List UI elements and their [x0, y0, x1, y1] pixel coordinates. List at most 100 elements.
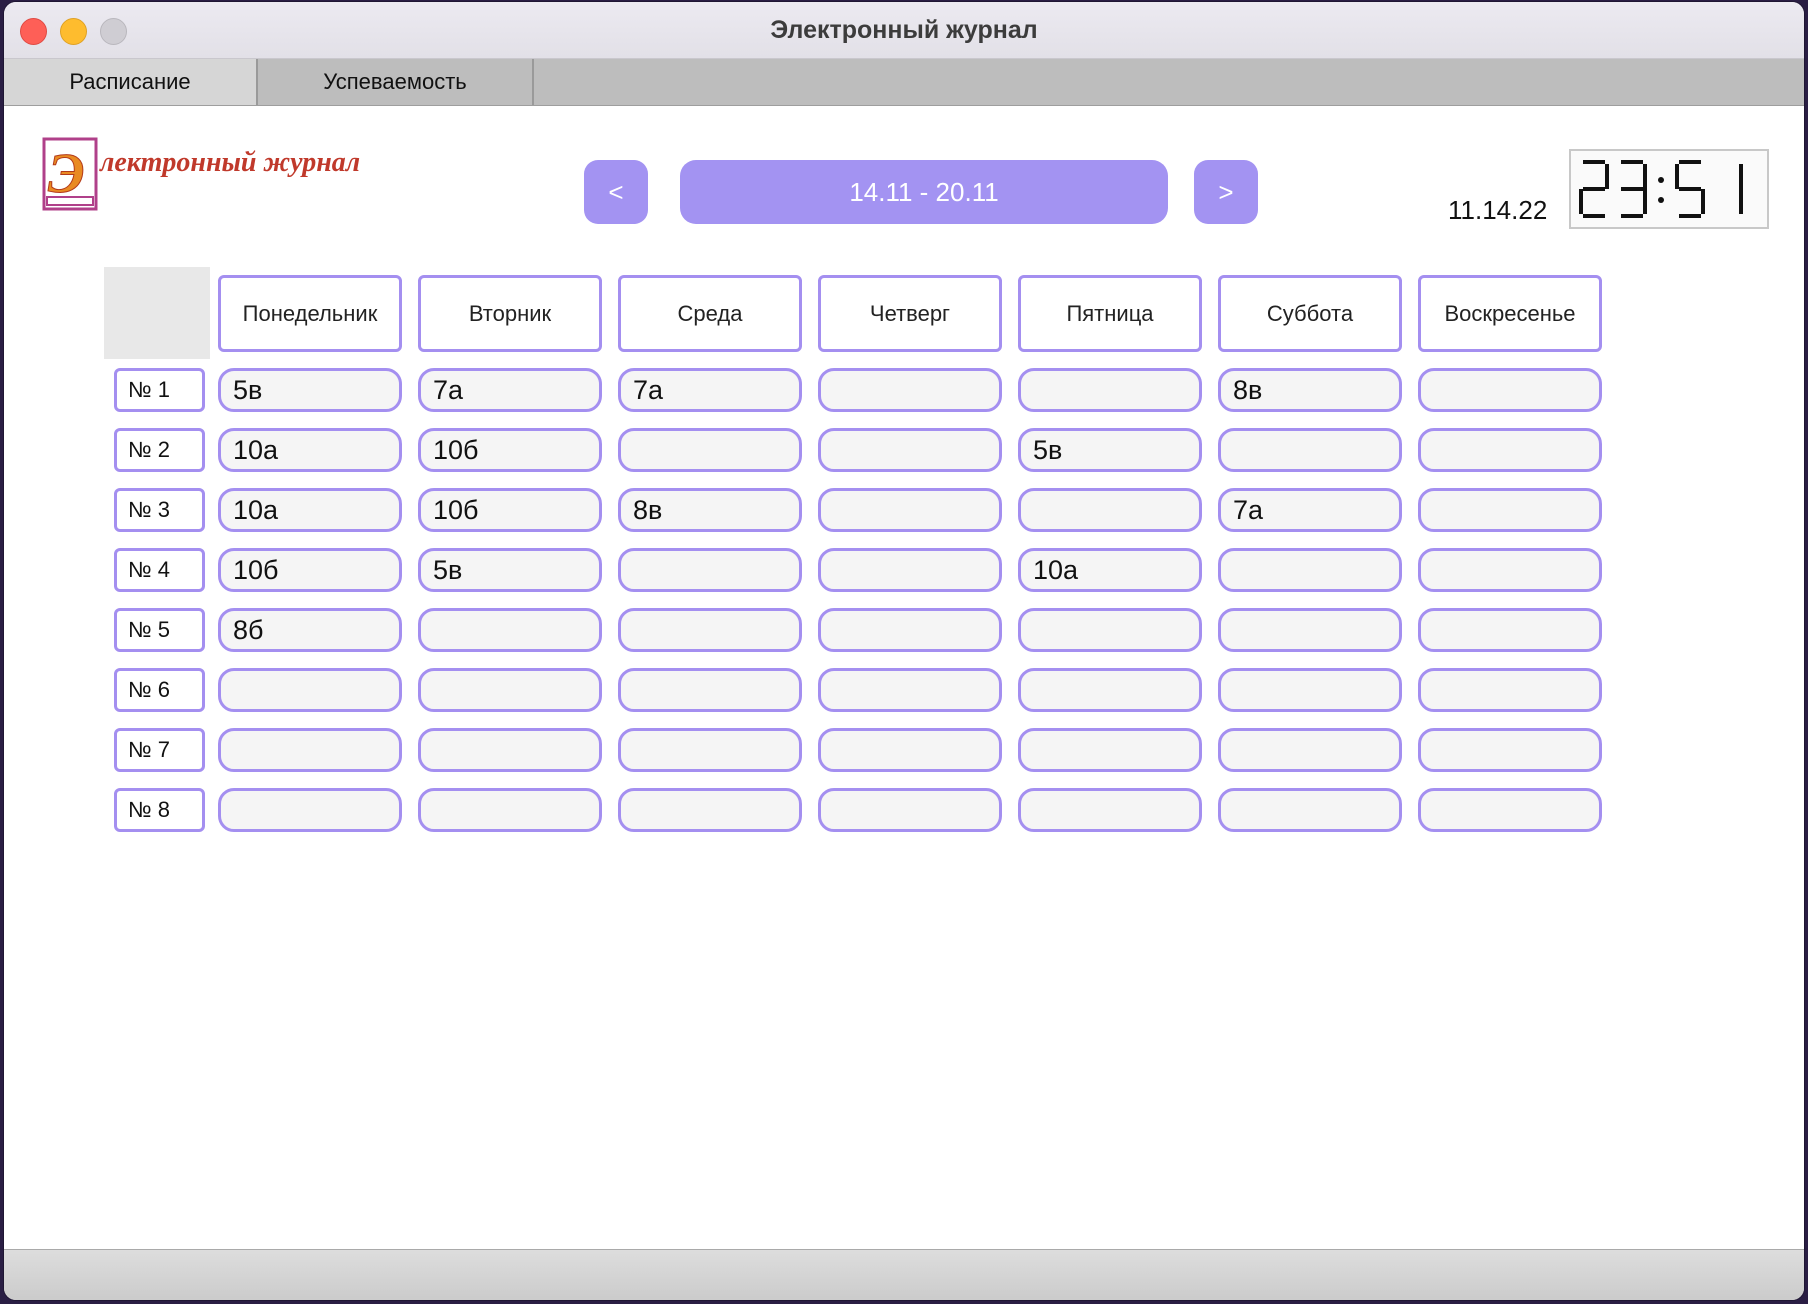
clock-segment	[1679, 187, 1701, 191]
current-date: 11.14.22	[1448, 195, 1548, 225]
clock-segment	[1739, 189, 1743, 214]
schedule-cell[interactable]	[1218, 668, 1402, 712]
schedule-cell[interactable]	[1018, 608, 1202, 652]
schedule-cell[interactable]	[818, 548, 1002, 592]
schedule-cell[interactable]: 10б	[418, 428, 602, 472]
schedule-cell[interactable]	[618, 728, 802, 772]
schedule-cell[interactable]	[618, 668, 802, 712]
schedule-cell[interactable]	[1018, 488, 1202, 532]
schedule-cell[interactable]	[1418, 368, 1602, 412]
logo-text: лектронный журнал	[100, 147, 361, 178]
window-title: Электронный журнал	[770, 16, 1038, 44]
clock-segment	[1583, 160, 1605, 164]
clock-segment	[1675, 164, 1679, 189]
schedule-cell[interactable]	[218, 728, 402, 772]
schedule-cell[interactable]	[1018, 368, 1202, 412]
clock-segment	[1621, 187, 1643, 191]
lesson-number-label: № 6	[114, 668, 205, 712]
schedule-cell[interactable]: 10б	[418, 488, 602, 532]
schedule-cell[interactable]	[818, 368, 1002, 412]
schedule-cell[interactable]	[818, 428, 1002, 472]
app-logo: Э лектронный журнал	[42, 137, 362, 215]
lesson-number-label: № 7	[114, 728, 205, 772]
schedule-cell[interactable]: 8в	[1218, 368, 1402, 412]
schedule-cell[interactable]	[818, 488, 1002, 532]
schedule-cell[interactable]	[818, 668, 1002, 712]
schedule-cell[interactable]	[818, 608, 1002, 652]
schedule-cell[interactable]	[418, 668, 602, 712]
schedule-cell[interactable]	[418, 608, 602, 652]
clock-segment	[1679, 214, 1701, 218]
schedule-cell[interactable]	[818, 728, 1002, 772]
schedule-cell[interactable]: 5в	[218, 368, 402, 412]
schedule-cell[interactable]	[618, 428, 802, 472]
schedule-cell[interactable]	[618, 548, 802, 592]
schedule-cell[interactable]	[1018, 728, 1202, 772]
schedule-cell[interactable]	[1418, 788, 1602, 832]
day-header: Пятница	[1018, 275, 1202, 352]
journal-book-icon: Э	[42, 137, 98, 211]
lesson-number-label: № 4	[114, 548, 205, 592]
day-header: Воскресенье	[1418, 275, 1602, 352]
clock-segment	[1679, 160, 1701, 164]
schedule-cell[interactable]: 7а	[1218, 488, 1402, 532]
schedule-cell[interactable]	[1418, 608, 1602, 652]
lesson-number-label: № 5	[114, 608, 205, 652]
schedule-cell[interactable]: 7а	[418, 368, 602, 412]
lesson-number-label: № 8	[114, 788, 205, 832]
clock-segment	[1583, 214, 1605, 218]
schedule-cell[interactable]	[1218, 548, 1402, 592]
schedule-cell[interactable]	[1418, 428, 1602, 472]
schedule-cell[interactable]	[1418, 728, 1602, 772]
schedule-cell[interactable]	[1018, 668, 1202, 712]
tab-performance[interactable]: Успеваемость	[258, 59, 534, 105]
lesson-number-label: № 1	[114, 368, 205, 412]
schedule-cell[interactable]: 10а	[218, 488, 402, 532]
schedule-cell[interactable]	[1218, 608, 1402, 652]
day-header: Понедельник	[218, 275, 402, 352]
schedule-cell[interactable]	[418, 788, 602, 832]
schedule-cell[interactable]	[618, 788, 802, 832]
tab-bar: Расписание Успеваемость	[4, 59, 1804, 106]
prev-week-button[interactable]: <	[584, 160, 648, 224]
clock-segment	[1643, 189, 1647, 214]
clock-segment	[1701, 189, 1705, 214]
schedule-cell[interactable]	[218, 668, 402, 712]
schedule-cell[interactable]	[1418, 488, 1602, 532]
clock-colon-dot	[1658, 197, 1664, 203]
schedule-cell[interactable]	[1218, 728, 1402, 772]
schedule-cell[interactable]	[1218, 788, 1402, 832]
lesson-number-label: № 3	[114, 488, 205, 532]
schedule-cell[interactable]: 5в	[1018, 428, 1202, 472]
schedule-cell[interactable]	[818, 788, 1002, 832]
schedule-cell[interactable]: 10б	[218, 548, 402, 592]
schedule-cell[interactable]: 7а	[618, 368, 802, 412]
week-range-label: 14.11 - 20.11	[680, 160, 1168, 224]
clock-segment	[1605, 164, 1609, 189]
bottom-bar	[4, 1249, 1804, 1300]
schedule-cell[interactable]	[1018, 788, 1202, 832]
schedule-cell[interactable]	[1218, 428, 1402, 472]
svg-text:Э: Э	[48, 143, 84, 205]
schedule-cell[interactable]	[618, 608, 802, 652]
clock-segment	[1579, 189, 1583, 214]
schedule-cell[interactable]: 8б	[218, 608, 402, 652]
next-week-button[interactable]: >	[1194, 160, 1258, 224]
schedule-cell[interactable]	[218, 788, 402, 832]
clock-segment	[1643, 164, 1647, 189]
grid-corner	[104, 267, 210, 359]
clock-segment	[1583, 187, 1605, 191]
schedule-cell[interactable]	[1418, 668, 1602, 712]
schedule-cell[interactable]: 10а	[1018, 548, 1202, 592]
schedule-cell[interactable]: 8в	[618, 488, 802, 532]
day-header: Суббота	[1218, 275, 1402, 352]
schedule-cell[interactable]	[418, 728, 602, 772]
lesson-number-label: № 2	[114, 428, 205, 472]
clock-display	[1579, 160, 1743, 218]
title-bar: Электронный журнал	[4, 2, 1804, 59]
tab-schedule[interactable]: Расписание	[4, 59, 258, 105]
clock-segment	[1621, 214, 1643, 218]
schedule-cell[interactable]	[1418, 548, 1602, 592]
schedule-cell[interactable]: 5в	[418, 548, 602, 592]
schedule-cell[interactable]: 10а	[218, 428, 402, 472]
